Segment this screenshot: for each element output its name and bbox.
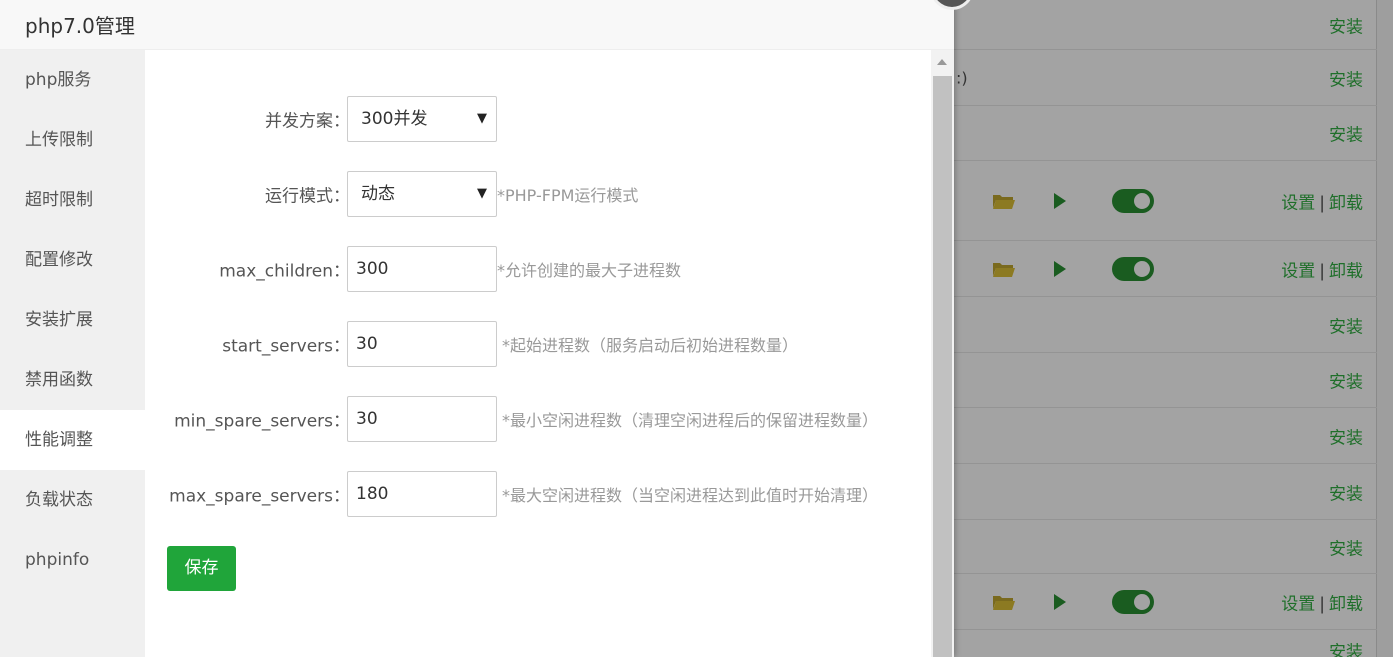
- install-link[interactable]: 安装: [1329, 642, 1363, 657]
- concurrency-value: 300并发: [361, 109, 428, 129]
- sidebar-item[interactable]: 禁用函数: [0, 350, 145, 410]
- sidebar-item[interactable]: 上传限制: [0, 110, 145, 170]
- row-actions: 安装: [1329, 479, 1363, 504]
- save-button[interactable]: 保存: [167, 546, 236, 591]
- max-spare-servers-label: max_spare_servers：: [169, 486, 350, 507]
- max-spare-servers-hint: *最大空闲进程数（当空闲进程达到此值时开始清理）: [502, 486, 879, 505]
- max-children-hint: *允许创建的最大子进程数: [497, 261, 682, 280]
- modal-title: php7.0管理: [25, 14, 135, 38]
- install-link[interactable]: 安装: [1329, 70, 1363, 90]
- dropdown-arrow-icon: ▼: [477, 186, 487, 201]
- install-link[interactable]: 安装: [1329, 428, 1363, 448]
- uninstall-link[interactable]: 卸载: [1329, 261, 1363, 281]
- toggle-switch-icon[interactable]: [1112, 256, 1154, 281]
- scroll-up-arrow-icon[interactable]: [937, 59, 947, 65]
- install-link[interactable]: 安装: [1329, 539, 1363, 559]
- play-icon[interactable]: [1054, 593, 1066, 610]
- sidebar-item[interactable]: php服务: [0, 50, 145, 110]
- row-name-fragment: :): [956, 68, 968, 87]
- run-mode-label: 运行模式：: [265, 186, 350, 207]
- toggle-knob: [1134, 192, 1150, 209]
- action-separator: |: [1319, 261, 1325, 281]
- settings-link[interactable]: 设置: [1281, 594, 1315, 614]
- min-spare-servers-hint: *最小空闲进程数（清理空闲进程后的保留进程数量）: [502, 411, 879, 430]
- play-icon[interactable]: [1054, 192, 1066, 209]
- install-link[interactable]: 安装: [1329, 484, 1363, 504]
- row-actions: 安装: [1329, 121, 1363, 146]
- toggle-switch-icon[interactable]: [1112, 188, 1154, 213]
- row-actions: 安装: [1329, 368, 1363, 393]
- run-mode-value: 动态: [361, 184, 395, 204]
- dropdown-arrow-icon: ▼: [477, 111, 487, 126]
- folder-icon[interactable]: [992, 260, 1016, 278]
- row-actions: 安装: [1329, 534, 1363, 559]
- action-separator: |: [1319, 193, 1325, 213]
- start-servers-label: start_servers：: [222, 336, 350, 357]
- max-children-input[interactable]: 300: [347, 246, 497, 292]
- row-actions: 安装: [1329, 312, 1363, 337]
- toggle-knob: [1134, 593, 1150, 610]
- sidebar-item[interactable]: 配置修改: [0, 230, 145, 290]
- sidebar-item[interactable]: 超时限制: [0, 170, 145, 230]
- performance-settings-form: 并发方案： 300并发 ▼ 运行模式： 动态 ▼ *PHP-FPM运行模式 ma…: [145, 50, 931, 657]
- concurrency-label: 并发方案：: [265, 111, 350, 132]
- max-children-label: max_children：: [219, 261, 350, 282]
- row-actions: 安装: [1329, 65, 1363, 90]
- row-actions: 设置 | 卸载: [1281, 256, 1363, 281]
- install-link[interactable]: 安装: [1329, 373, 1363, 393]
- min-spare-servers-input[interactable]: 30: [347, 396, 497, 442]
- modal-sidebar: php服务 上传限制 超时限制 配置修改 安装扩展 禁用函数 性能调整 负载状态 phpinfo: [0, 50, 145, 657]
- scroll-thumb[interactable]: [933, 76, 952, 657]
- min-spare-servers-label: min_spare_servers：: [174, 411, 350, 432]
- uninstall-link[interactable]: 卸载: [1329, 193, 1363, 213]
- php-manager-modal: php7.0管理 php服务 上传限制 超时限制 配置修改 安装扩展 禁用函数 性能调整 负载…: [0, 0, 974, 657]
- run-mode-hint: *PHP-FPM运行模式: [497, 186, 639, 205]
- install-link[interactable]: 安装: [1329, 17, 1363, 37]
- form-row-max-spare-servers: max_spare_servers： 180 *最大空闲进程数（当空闲进程达到此…: [145, 471, 931, 517]
- row-actions: 安装: [1329, 423, 1363, 448]
- form-row-start-servers: start_servers： 30 *起始进程数（服务启动后初始进程数量）: [145, 321, 931, 367]
- form-row-concurrency: 并发方案： 300并发 ▼: [145, 96, 931, 142]
- row-actions: 设置 | 卸载: [1281, 188, 1363, 213]
- toggle-knob: [1134, 260, 1150, 277]
- settings-link[interactable]: 设置: [1281, 261, 1315, 281]
- row-actions: 设置 | 卸载: [1281, 589, 1363, 614]
- install-link[interactable]: 安装: [1329, 317, 1363, 337]
- run-mode-select[interactable]: 动态 ▼: [347, 171, 497, 217]
- toggle-switch-icon[interactable]: [1112, 589, 1154, 614]
- sidebar-item[interactable]: 负载状态: [0, 470, 145, 530]
- settings-link[interactable]: 设置: [1281, 193, 1315, 213]
- modal-header: php7.0管理: [0, 0, 954, 50]
- concurrency-select[interactable]: 300并发 ▼: [347, 96, 497, 142]
- start-servers-input[interactable]: 30: [347, 321, 497, 367]
- install-link[interactable]: 安装: [1329, 126, 1363, 146]
- row-actions: 安装: [1329, 637, 1363, 657]
- start-servers-hint: *起始进程数（服务启动后初始进程数量）: [502, 336, 799, 355]
- sidebar-item[interactable]: phpinfo: [0, 530, 145, 590]
- form-row-max-children: max_children： 300 *允许创建的最大子进程数: [145, 246, 931, 292]
- sidebar-item[interactable]: 安装扩展: [0, 290, 145, 350]
- form-row-run-mode: 运行模式： 动态 ▼ *PHP-FPM运行模式: [145, 171, 931, 217]
- vertical-scrollbar[interactable]: [931, 50, 954, 657]
- uninstall-link[interactable]: 卸载: [1329, 594, 1363, 614]
- play-icon[interactable]: [1054, 260, 1066, 277]
- folder-icon[interactable]: [992, 192, 1016, 210]
- max-spare-servers-input[interactable]: 180: [347, 471, 497, 517]
- sidebar-item[interactable]: 性能调整: [0, 410, 145, 470]
- action-separator: |: [1319, 594, 1325, 614]
- row-actions: 安装: [1329, 12, 1363, 37]
- form-row-min-spare-servers: min_spare_servers： 30 *最小空闲进程数（清理空闲进程后的保…: [145, 396, 931, 442]
- folder-icon[interactable]: [992, 593, 1016, 611]
